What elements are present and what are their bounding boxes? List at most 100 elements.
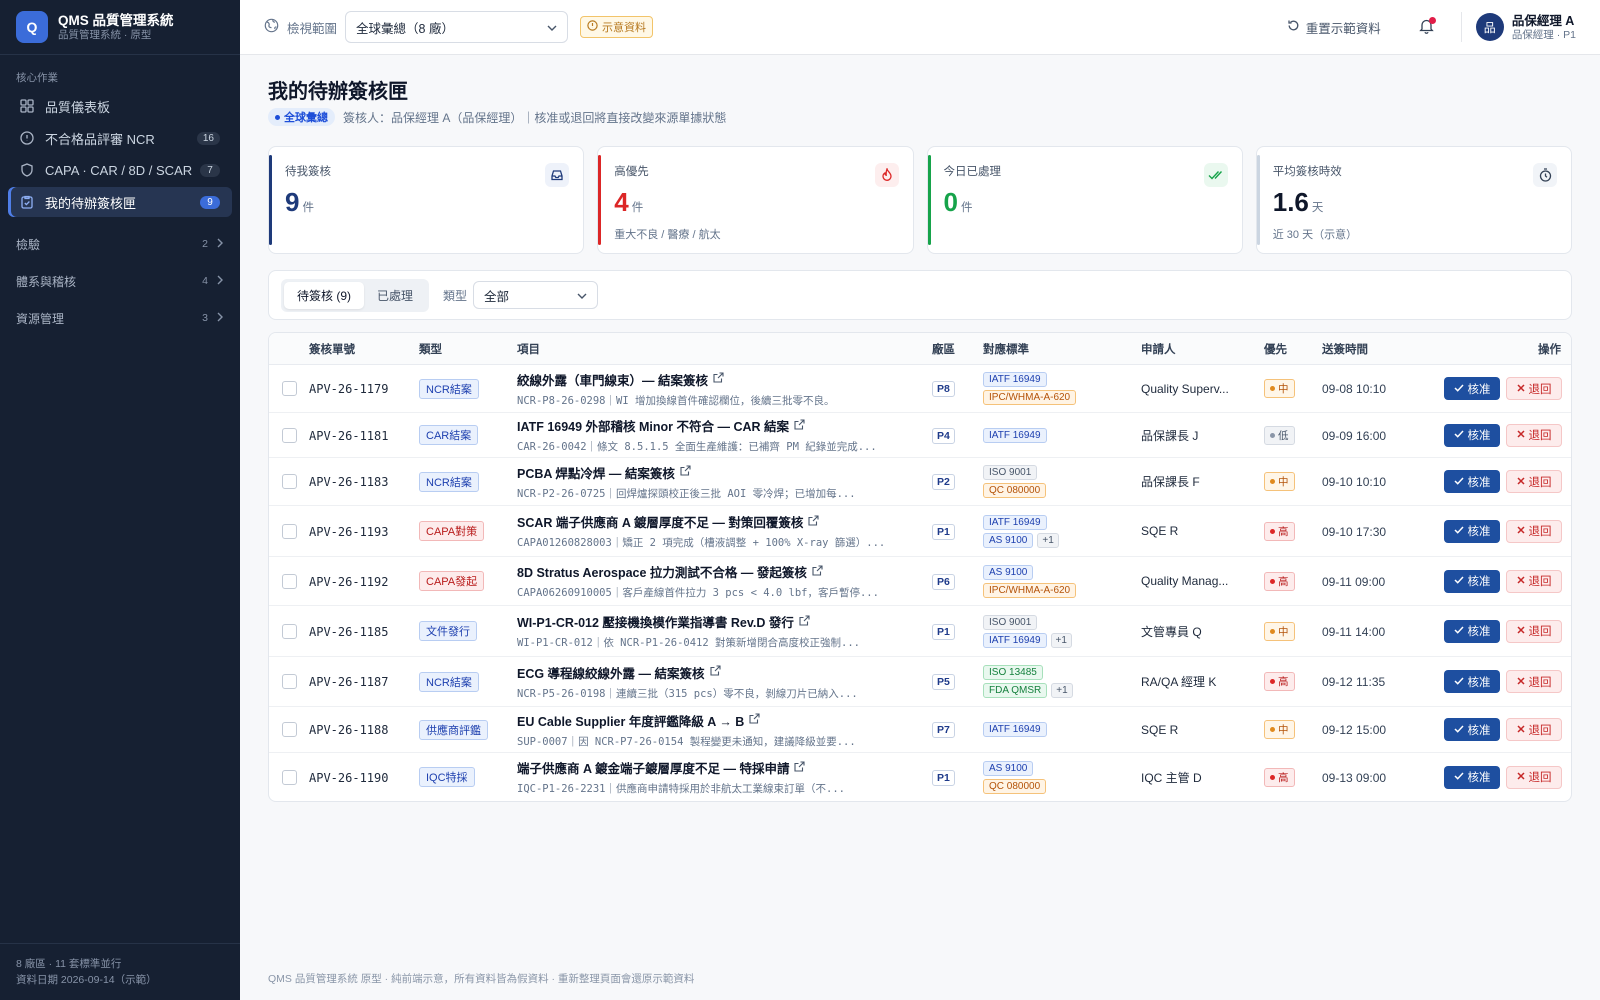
reject-label: 退回 [1528,772,1552,784]
facility-badge: P7 [932,722,955,738]
approval-id: APV-26-1190 [309,770,389,785]
sidebar-item-approvals[interactable]: 我的待辦簽核匣 9 [8,187,232,217]
approve-label: 核准 [1467,430,1491,442]
tab-processed[interactable]: 已處理 [364,282,426,309]
row-checkbox[interactable] [281,623,297,639]
sidebar-group-inspection[interactable]: 檢驗 2 [0,229,240,259]
reject-button[interactable]: 退回 [1506,423,1562,447]
more-standards-tag[interactable]: +1 [1037,532,1059,548]
sidebar-footer: 8 廠區 · 11 套標準並行 資料日期 2026-09-14（示範） [0,943,240,1000]
row-checkbox[interactable] [281,722,297,737]
user-menu[interactable]: 品 品保經理 A 品保經理 · P1 [1475,13,1576,41]
item-title-link[interactable]: ECG 導程線絞線外露 — 結案簽核 [517,663,916,682]
priority-badge: 高 [1264,767,1295,787]
row-checkbox[interactable] [281,474,297,489]
col-header-id: 簽核單號 [309,343,355,356]
item-title-link[interactable]: PCBA 焊點冷焊 — 結案簽核 [517,463,916,482]
reject-button[interactable]: 退回 [1506,765,1562,789]
sidebar-item-ncr[interactable]: 不合格品評審 NCR 16 [8,123,232,153]
approve-button[interactable]: 核准 [1444,377,1500,400]
priority-text: 高 [1278,525,1289,538]
approve-button[interactable]: 核准 [1444,470,1500,493]
priority-badge: 中 [1264,472,1295,491]
reject-label: 退回 [1528,430,1552,442]
item-title-link[interactable]: EU Cable Supplier 年度評鑑降級 A → B [517,711,916,730]
demo-data-badge: 示意資料 [580,16,654,38]
approve-button[interactable]: 核准 [1444,718,1500,741]
tab-pending[interactable]: 待簽核 (9) [284,281,365,309]
sidebar-group-system-audit[interactable]: 體系與稽核 4 [0,266,240,296]
notifications-button[interactable] [1411,11,1443,43]
reject-button[interactable]: 退回 [1506,718,1562,741]
submit-time: 09-10 10:10 [1322,475,1387,489]
globe-icon [264,18,287,36]
row-checkbox[interactable] [281,427,297,443]
group-count: 3 [202,312,208,324]
standard-tag: FDA QMSR [983,683,1048,698]
facility-badge: P1 [932,769,955,786]
sidebar-group-resources[interactable]: 資源管理 3 [0,303,240,333]
priority-text: 高 [1278,575,1289,588]
approve-button[interactable]: 核准 [1444,619,1500,643]
standard-tag: IPC/WHMA-A-620 [983,582,1077,598]
priority-text: 高 [1278,771,1289,784]
scope-select-value: 全球彙總（8 廠） [356,21,454,36]
sidebar-item-capa[interactable]: CAPA · CAR / 8D / SCAR 7 [8,155,232,185]
row-checkbox[interactable] [281,523,297,539]
type-badge: NCR結案 [419,378,479,399]
row-checkbox[interactable] [281,573,297,589]
reject-button[interactable]: 退回 [1506,470,1562,493]
item-title-link[interactable]: WI-P1-CR-012 壓接機換模作業指導書 Rev.D 發行 [517,612,916,631]
more-standards-tag[interactable]: +1 [1050,632,1072,648]
reject-label: 退回 [1528,476,1552,489]
avatar: 品 [1475,13,1504,41]
sidebar-item-dashboard[interactable]: 品質儀表板 [8,91,232,121]
user-name: 品保經理 A [1511,13,1575,28]
row-checkbox[interactable] [281,381,297,396]
approval-table: 簽核單號 類型 項目 廠區 對應標準 申請人 優先 送簽時間 操作 APV-26… [268,332,1572,802]
item-title-link[interactable]: 端子供應商 A 鍍金端子鍍層厚度不足 — 特採申請 [517,758,916,777]
table-row: APV-26-1185 文件發行 WI-P1-CR-012 壓接機換模作業指導書 R… [269,606,1571,657]
kpi-value: 0 [943,187,958,217]
type-filter-select[interactable]: 全部 [473,281,599,309]
item-title-link[interactable]: SCAR 端子供應商 A 鍍層厚度不足 — 對策回覆簽核 [517,512,916,531]
external-link-icon [812,564,823,579]
standard-tag: QC 080000 [983,778,1047,794]
item-title-link[interactable]: IATF 16949 外部稽核 Minor 不符合 — CAR 結案 [517,416,916,435]
col-header-applicant: 申請人 [1141,343,1176,356]
row-checkbox[interactable] [281,674,297,689]
more-standards-tag[interactable]: +1 [1051,683,1073,698]
kpi-value: 4 [614,187,629,217]
approve-button[interactable]: 核准 [1444,569,1500,593]
approve-button[interactable]: 核准 [1444,423,1500,447]
approve-button[interactable]: 核准 [1444,670,1500,693]
standard-tag: ISO 9001 [983,465,1038,480]
approval-id: APV-26-1188 [309,723,389,737]
item-title-link[interactable]: 絞線外露（車門線束）— 結案簽核 [517,370,916,389]
reject-button[interactable]: 退回 [1506,519,1562,543]
item-title-link[interactable]: 8D Stratus Aerospace 拉力測試不合格 — 發起簽核 [517,562,916,581]
app-title: QMS 品質管理系統 [58,12,174,28]
approve-button[interactable]: 核准 [1444,765,1500,789]
reject-label: 退回 [1528,383,1552,396]
external-link-icon [680,465,691,479]
priority-text: 中 [1278,383,1289,395]
reject-button[interactable]: 退回 [1506,377,1562,400]
scope-select[interactable]: 全球彙總（8 廠） [345,11,569,43]
item-subtitle: WI-P1-CR-012｜依 NCR-P1-26-0412 對策新增閉合高度校正… [517,637,860,649]
brand: Q QMS 品質管理系統 品質管理系統 · 原型 [0,0,240,55]
check-icon [1453,525,1464,537]
col-header-actions: 操作 [1538,343,1561,356]
approve-button[interactable]: 核准 [1444,519,1500,543]
reject-button[interactable]: 退回 [1506,619,1562,643]
col-header-type: 類型 [419,343,442,356]
priority-badge: 低 [1264,425,1295,445]
reject-label: 退回 [1528,576,1552,588]
reject-button[interactable]: 退回 [1506,670,1562,693]
reject-button[interactable]: 退回 [1506,569,1562,593]
reset-demo-button[interactable]: 重置示範資料 [1287,18,1381,37]
row-checkbox[interactable] [281,769,297,785]
standard-tag: IATF 16949 [983,632,1047,648]
standard-tag: ISO 13485 [983,665,1043,680]
applicant: Quality Superv... [1141,381,1229,396]
